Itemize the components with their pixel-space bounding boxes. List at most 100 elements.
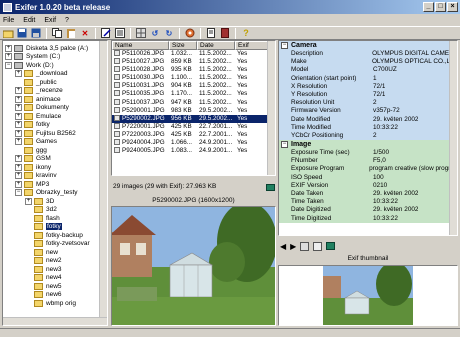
- menu-exif[interactable]: Exif: [44, 17, 56, 24]
- expand-toggle-icon[interactable]: −: [5, 61, 12, 69]
- collapse-icon[interactable]: −: [281, 141, 288, 149]
- rotate-right-icon[interactable]: ↻: [163, 28, 175, 39]
- save-all-icon[interactable]: [30, 28, 42, 39]
- properties-icon[interactable]: [114, 28, 126, 39]
- file-row[interactable]: P5110031.JPG 904 KB 11.5.2002... Yes: [112, 82, 275, 90]
- tree-item[interactable]: + MP3: [5, 180, 107, 189]
- file-row[interactable]: P5290002.JPG 956 KB 29.5.2002... Yes: [112, 114, 275, 123]
- expand-toggle-icon[interactable]: +: [15, 121, 22, 129]
- tree-item[interactable]: + GSM: [5, 155, 107, 164]
- tree-item[interactable]: − Obrazky_testy: [5, 189, 107, 198]
- monitor-icon[interactable]: [266, 184, 275, 191]
- exif-row[interactable]: Orientation (start point) 1: [279, 74, 457, 83]
- tree-item[interactable]: + kravinv: [5, 172, 107, 181]
- file-row[interactable]: P5110027.JPG 859 KB 11.5.2002... Yes: [112, 58, 275, 66]
- tree-item[interactable]: _public: [5, 78, 107, 87]
- tree-item[interactable]: fotky-backup: [5, 231, 107, 240]
- exif-row[interactable]: EXIF Version 0210: [279, 181, 457, 190]
- exif-row[interactable]: X Resolution 72/1: [279, 82, 457, 91]
- tree-item[interactable]: new5: [5, 282, 107, 291]
- maximize-button[interactable]: □: [435, 2, 446, 12]
- copy-icon[interactable]: [51, 28, 63, 39]
- document-icon[interactable]: [205, 28, 217, 39]
- expand-toggle-icon[interactable]: +: [15, 138, 22, 146]
- delete-icon[interactable]: ✕: [79, 28, 91, 39]
- exif-row[interactable]: Time Taken 10:33:22: [279, 198, 457, 207]
- tree-item[interactable]: 3d2: [5, 206, 107, 215]
- file-row[interactable]: P7220001.JPG 425 KB 22.7.2001... Yes: [112, 122, 275, 131]
- help-icon[interactable]: ?: [240, 28, 252, 39]
- tree-horizontal-scrollbar[interactable]: [3, 317, 107, 325]
- expand-toggle-icon[interactable]: +: [15, 155, 22, 163]
- expand-toggle-icon[interactable]: +: [15, 95, 22, 103]
- thumbnail-save-icon[interactable]: [300, 241, 310, 251]
- rotate-left-icon[interactable]: ↺: [149, 28, 161, 39]
- file-row[interactable]: P9240005.JPG 1.083... 24.9.2001... Yes: [112, 147, 275, 155]
- tree-item[interactable]: fotky: [5, 223, 107, 232]
- expand-toggle-icon[interactable]: +: [15, 172, 22, 180]
- file-list[interactable]: Name Size Date Exif P5110026.JPG 1.032...…: [111, 40, 276, 176]
- folder-tree[interactable]: + Disketa 3,5 palce (A:) + System (C:) − Work…: [2, 40, 108, 326]
- expand-toggle-icon[interactable]: +: [15, 112, 22, 120]
- paste-icon[interactable]: [65, 28, 77, 39]
- file-row[interactable]: P5110037.JPG 947 KB 11.5.2002... Yes: [112, 98, 275, 107]
- exif-row[interactable]: Exposure Program program creative (slow p…: [279, 165, 457, 174]
- book-icon[interactable]: [219, 28, 231, 39]
- tree-item[interactable]: + Disketa 3,5 palce (A:): [5, 44, 107, 53]
- column-date[interactable]: Date: [197, 41, 235, 50]
- tree-item[interactable]: flash: [5, 214, 107, 223]
- tree-item[interactable]: + Games: [5, 138, 107, 147]
- expand-toggle-icon[interactable]: +: [5, 53, 12, 61]
- tree-item[interactable]: ggg: [5, 146, 107, 155]
- menu-file[interactable]: File: [3, 17, 14, 24]
- tree-item[interactable]: + Dokumenty: [5, 104, 107, 113]
- exif-row[interactable]: Firmware Version v357p-72: [279, 107, 457, 116]
- file-row[interactable]: P5110035.JPG 1.170... 11.5.2002... Yes: [112, 90, 275, 98]
- tree-item[interactable]: + fotky: [5, 121, 107, 130]
- tree-item[interactable]: + ikony: [5, 163, 107, 172]
- expand-toggle-icon[interactable]: +: [15, 70, 22, 78]
- exif-row[interactable]: FNumber F5,0: [279, 157, 457, 166]
- exif-row[interactable]: Description OLYMPUS DIGITAL CAMERA: [279, 50, 457, 59]
- tree-item[interactable]: new: [5, 248, 107, 257]
- exif-row[interactable]: Date Digitized 29. květen 2002: [279, 206, 457, 215]
- tree-item[interactable]: new4: [5, 274, 107, 283]
- file-row[interactable]: P5110028.JPG 935 KB 11.5.2002... Yes: [112, 66, 275, 74]
- tree-item[interactable]: + Emulace: [5, 112, 107, 121]
- expand-toggle-icon[interactable]: +: [15, 129, 22, 137]
- exif-row[interactable]: Make OLYMPUS OPTICAL CO.,LTD: [279, 58, 457, 67]
- exif-row[interactable]: Time Digitized 10:33:22: [279, 214, 457, 223]
- expand-toggle-icon[interactable]: +: [15, 180, 22, 188]
- expand-toggle-icon[interactable]: +: [25, 197, 32, 205]
- expand-toggle-icon[interactable]: +: [15, 163, 22, 171]
- grid-view-icon[interactable]: [135, 28, 147, 39]
- exif-row[interactable]: Exposure Time (sec) 1/500: [279, 149, 457, 158]
- file-row[interactable]: P5110026.JPG 1.032... 11.5.2002... Yes: [112, 50, 275, 58]
- thumbnail-view-icon[interactable]: [313, 241, 323, 251]
- exif-row[interactable]: Resolution Unit 2: [279, 99, 457, 108]
- menu-help[interactable]: ?: [65, 17, 69, 24]
- tree-vertical-scrollbar[interactable]: [99, 41, 107, 317]
- file-row[interactable]: P5290001.JPG 983 KB 29.5.2002... Yes: [112, 106, 275, 115]
- prev-arrow-icon[interactable]: ◀: [280, 242, 286, 251]
- exif-group-header[interactable]: − Image: [279, 140, 457, 150]
- tree-item[interactable]: new6: [5, 291, 107, 300]
- tree-item[interactable]: new2: [5, 257, 107, 266]
- tree-item[interactable]: + Fujitsu B2562: [5, 129, 107, 138]
- exif-scrollbar[interactable]: [449, 41, 457, 235]
- tree-item[interactable]: wbmp orig: [5, 299, 107, 308]
- exif-row[interactable]: Y Resolution 72/1: [279, 90, 457, 100]
- close-button[interactable]: ×: [447, 2, 458, 12]
- tree-item[interactable]: − Work (D:): [5, 61, 107, 70]
- column-name[interactable]: Name: [112, 41, 169, 50]
- tree-item[interactable]: + _recenze: [5, 87, 107, 96]
- menu-edit[interactable]: Edit: [23, 17, 35, 24]
- tree-item[interactable]: + _download: [5, 70, 107, 79]
- collapse-icon[interactable]: −: [281, 42, 288, 49]
- column-size[interactable]: Size: [169, 41, 197, 50]
- thumbnail-monitor-icon[interactable]: [326, 242, 336, 250]
- exif-panel[interactable]: − Camera Description OLYMPUS DIGITAL CAMERA…: [278, 40, 458, 236]
- exif-row[interactable]: Date Modified 29. květen 2002: [279, 115, 457, 124]
- file-row[interactable]: P7220003.JPG 425 KB 22.7.2001... Yes: [112, 130, 275, 139]
- exif-row[interactable]: ISO Speed 100: [279, 173, 457, 182]
